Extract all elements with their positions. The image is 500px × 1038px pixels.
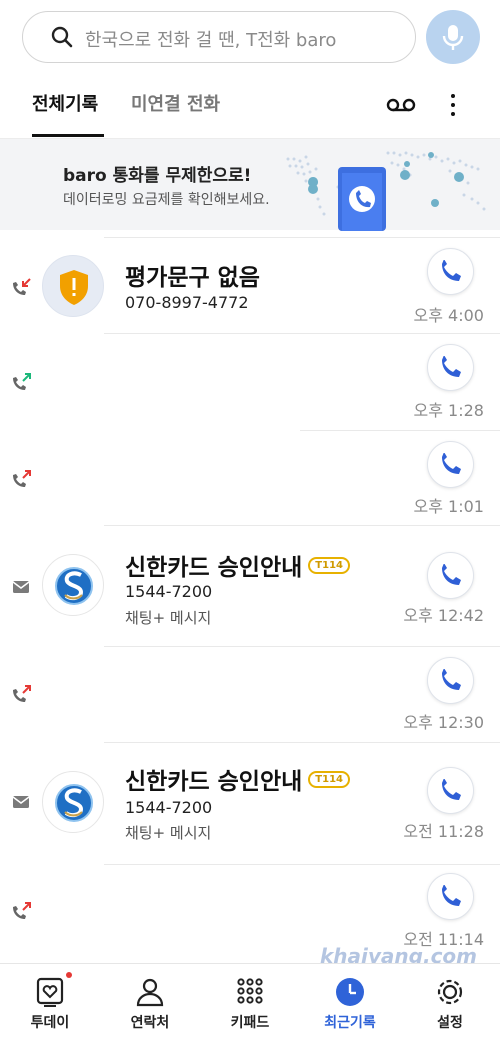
nav-today[interactable]: 투데이: [0, 964, 100, 1038]
caller-name: 신한카드 승인안내 T114: [125, 762, 350, 796]
call-row[interactable]: 오후 1:01: [0, 431, 500, 526]
phone-icon: [442, 453, 461, 474]
caller-name: 평가문구 없음: [125, 265, 260, 291]
warning-shield-icon: [60, 270, 88, 305]
call-button[interactable]: [427, 657, 474, 704]
nav-label: 키패드: [230, 1015, 270, 1031]
call-button[interactable]: [427, 441, 474, 488]
voice-search-button[interactable]: [426, 10, 480, 64]
incoming-call-icon: [13, 373, 31, 390]
nav-keypad[interactable]: 키패드: [200, 964, 300, 1038]
tab-missed-calls[interactable]: 미연결 전화: [131, 90, 220, 116]
call-button[interactable]: [427, 248, 474, 295]
keypad-icon: [237, 978, 263, 1004]
missed-call-icon: [13, 278, 31, 295]
phone-number: 1544-7200: [125, 798, 213, 817]
message-type: 채팅+ 메시지: [125, 824, 212, 842]
roaming-banner[interactable]: baro 통화를 무제한으로! 데이터로밍 요금제를 확인해보세요.: [0, 138, 500, 231]
outgoing-call-icon: [13, 902, 31, 919]
t114-badge: T114: [308, 557, 350, 574]
nav-settings[interactable]: 설정: [400, 964, 500, 1038]
phone-icon: [442, 260, 461, 281]
call-row[interactable]: 오후 1:28: [0, 334, 500, 430]
avatar: [42, 554, 104, 616]
message-icon: [12, 796, 30, 808]
caller-name-text: 신한카드 승인안내: [125, 769, 303, 795]
call-time: 오후 1:01: [413, 497, 484, 516]
call-button[interactable]: [427, 552, 474, 599]
message-icon: [12, 581, 30, 593]
banner-subtitle: 데이터로밍 요금제를 확인해보세요.: [63, 192, 270, 208]
t114-badge: T114: [308, 771, 350, 788]
call-time: 오후 1:28: [413, 401, 484, 420]
active-tab-indicator: [32, 134, 104, 137]
nav-label: 설정: [437, 1015, 463, 1031]
call-time: 오후 4:00: [413, 306, 484, 325]
phone-icon: [442, 564, 461, 585]
tab-all-records[interactable]: 전체기록: [32, 90, 98, 116]
more-options-icon[interactable]: [447, 94, 459, 120]
call-row[interactable]: 신한카드 승인안내 T114 1544-7200 채팅+ 메시지 오전 11:28: [0, 743, 500, 864]
phone-icon: [442, 356, 461, 377]
call-row[interactable]: 오후 12:30: [0, 647, 500, 743]
nav-label: 연락처: [130, 1015, 170, 1031]
banner-title: baro 통화를 무제한으로!: [63, 166, 252, 186]
phone-icon: [442, 669, 461, 690]
nav-contacts[interactable]: 연락처: [100, 964, 200, 1038]
settings-icon: [437, 979, 463, 1005]
call-time: 오후 12:42: [403, 606, 484, 625]
today-icon: [36, 977, 64, 1007]
nav-label: 투데이: [30, 1015, 70, 1031]
caller-name-text: 신한카드 승인안내: [125, 555, 303, 581]
search-bar[interactable]: 한국으로 전화 걸 땐, T전화 baro: [22, 11, 416, 63]
search-placeholder: 한국으로 전화 걸 땐, T전화 baro: [85, 30, 337, 51]
recent-icon: [336, 978, 364, 1006]
bottom-navigation: 투데이 연락처 키패드 최근기록 설정: [0, 963, 500, 1037]
nav-label: 최근기록: [324, 1015, 376, 1031]
world-map-illustration: [286, 151, 486, 231]
call-button[interactable]: [427, 767, 474, 814]
outgoing-call-icon: [13, 470, 31, 487]
caller-name: 신한카드 승인안내 T114: [125, 548, 350, 582]
call-button[interactable]: [427, 873, 474, 920]
phone-icon: [442, 885, 461, 906]
call-time: 오전 11:28: [403, 822, 484, 841]
call-row[interactable]: 평가문구 없음 070-8997-4772 오후 4:00: [0, 238, 500, 333]
call-button[interactable]: [427, 344, 474, 391]
contacts-icon: [136, 978, 164, 1007]
phone-number: 070-8997-4772: [125, 293, 249, 312]
nav-recent[interactable]: 최근기록: [300, 964, 400, 1038]
avatar: [42, 771, 104, 833]
phone-icon: [442, 779, 461, 800]
notification-dot: [66, 972, 72, 978]
message-type: 채팅+ 메시지: [125, 609, 212, 627]
avatar: [42, 255, 104, 317]
shinhan-logo-icon: [55, 567, 93, 605]
search-icon: [51, 26, 73, 48]
call-row[interactable]: 신한카드 승인안내 T114 1544-7200 채팅+ 메시지 오후 12:42: [0, 526, 500, 646]
call-time: 오후 12:30: [403, 713, 484, 732]
shinhan-logo-icon: [55, 784, 93, 822]
voicemail-icon[interactable]: [386, 98, 416, 112]
outgoing-call-icon: [13, 685, 31, 702]
phone-number: 1544-7200: [125, 582, 213, 601]
mic-icon: [442, 25, 464, 50]
